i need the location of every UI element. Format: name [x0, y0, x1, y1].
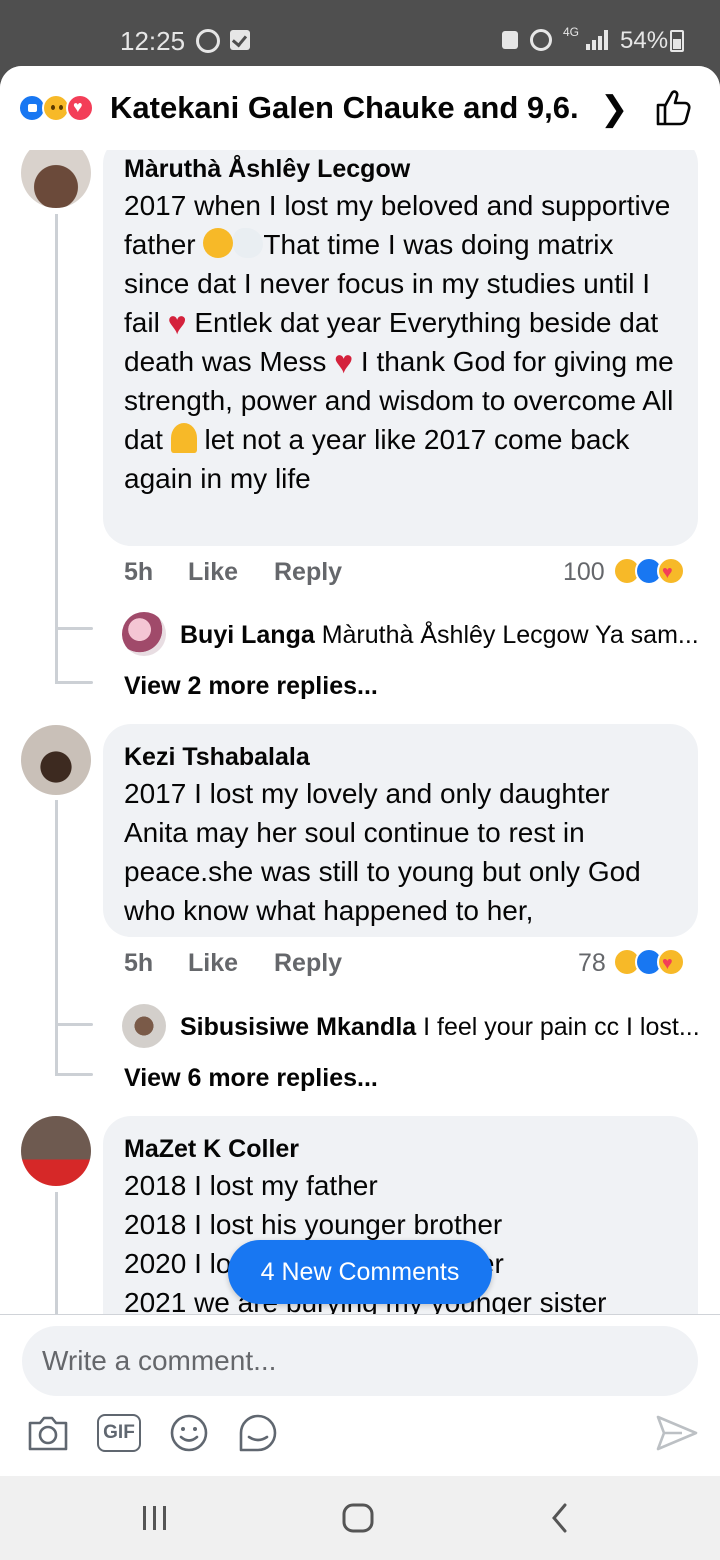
- reactions-title[interactable]: Katekani Galen Chauke and 9,6...: [110, 90, 580, 126]
- reply-text: Màruthà Åshlêy Lecgow Ya sam...: [321, 621, 699, 649]
- thread-line: [55, 1192, 58, 1322]
- alarm-icon: [530, 29, 552, 51]
- comment-line: 2018 I lost his younger brother: [124, 1209, 503, 1240]
- thread-line: [55, 1073, 93, 1076]
- comment-author[interactable]: Kezi Tshabalala: [124, 742, 678, 772]
- comment-input[interactable]: [22, 1326, 698, 1396]
- thread-line: [55, 627, 93, 630]
- view-more-replies[interactable]: View 6 more replies...: [124, 1064, 378, 1093]
- comment-bubble[interactable]: Kezi Tshabalala 2017 I lost my lovely an…: [103, 724, 698, 937]
- avatar[interactable]: [21, 1116, 91, 1186]
- crying-face-emoji: [203, 228, 234, 258]
- recent-apps-icon[interactable]: [140, 1500, 170, 1536]
- reply-author[interactable]: Buyi Langa: [180, 621, 315, 649]
- sticker-icon[interactable]: [236, 1413, 280, 1453]
- comment-actions: 5h Like Reply: [124, 558, 424, 598]
- network-type: 4G: [563, 25, 580, 39]
- signal-icon: [586, 30, 610, 50]
- comment-time: 5h: [124, 949, 154, 977]
- avatar[interactable]: [122, 612, 166, 656]
- thread-line: [55, 681, 93, 684]
- like-thumb-icon[interactable]: [654, 88, 694, 128]
- like-button[interactable]: Like: [188, 949, 238, 978]
- system-nav-bar: [0, 1476, 720, 1560]
- view-more-replies[interactable]: View 2 more replies...: [124, 672, 378, 701]
- battery-percent: 54%: [620, 27, 669, 54]
- care-reaction-icon: [657, 557, 685, 585]
- comment-bubble[interactable]: Màruthà Åshlêy Lecgow 2017 when I lost m…: [103, 136, 698, 546]
- new-comments-button[interactable]: 4 New Comments: [228, 1240, 492, 1304]
- comment-composer: GIF: [0, 1314, 720, 1476]
- comments-sheet: Katekani Galen Chauke and 9,6... ❯ Màrut…: [0, 66, 720, 1476]
- comment-author[interactable]: Màruthà Åshlêy Lecgow: [124, 154, 678, 184]
- lock-icon: [502, 31, 518, 49]
- comment-text: 2017 when I lost my beloved and supporti…: [124, 190, 674, 494]
- like-button[interactable]: Like: [188, 558, 238, 587]
- comment-text: 2017 I lost my lovely and only daughter …: [124, 778, 641, 926]
- notification-check-icon: [230, 30, 250, 50]
- reply-author[interactable]: Sibusisiwe Mkandla: [180, 1013, 416, 1041]
- broken-heart-emoji: ♥: [167, 305, 187, 341]
- praying-hands-emoji: [170, 423, 197, 453]
- love-reaction-icon: [66, 94, 94, 122]
- reaction-count[interactable]: 100: [563, 558, 605, 587]
- dove-emoji: [233, 228, 264, 258]
- comment-time: 5h: [124, 558, 154, 586]
- reaction-icons[interactable]: [613, 557, 687, 587]
- comment-actions: 5h Like Reply: [124, 949, 424, 989]
- comment-author[interactable]: MaZet K Coller: [124, 1134, 678, 1164]
- whatsapp-icon: [196, 29, 220, 53]
- comment-line: 2018 I lost my father: [124, 1170, 378, 1201]
- chevron-right-icon[interactable]: ❯: [600, 92, 629, 126]
- avatar[interactable]: [21, 725, 91, 795]
- thread-line: [55, 1023, 93, 1026]
- camera-icon[interactable]: [26, 1413, 70, 1453]
- reply-preview[interactable]: Buyi Langa Màruthà Åshlêy Lecgow Ya sam.…: [180, 620, 700, 650]
- reply-preview[interactable]: Sibusisiwe Mkandla I feel your pain cc I…: [180, 1012, 700, 1042]
- back-icon[interactable]: [545, 1500, 575, 1536]
- reply-button[interactable]: Reply: [274, 949, 342, 978]
- reply-text: I feel your pain cc I lost...: [423, 1013, 700, 1041]
- reaction-icons[interactable]: [613, 948, 687, 978]
- reaction-count[interactable]: 78: [578, 949, 606, 978]
- status-time: 12:25: [120, 26, 186, 56]
- home-icon[interactable]: [340, 1500, 376, 1536]
- gif-icon[interactable]: GIF: [97, 1414, 141, 1452]
- emoji-icon[interactable]: [167, 1413, 211, 1453]
- battery-icon: [670, 30, 684, 52]
- thread-line: [55, 800, 58, 1076]
- send-icon[interactable]: [652, 1413, 700, 1453]
- thread-line: [55, 214, 58, 684]
- care-reaction-icon: [657, 948, 685, 976]
- gif-label: GIF: [103, 1422, 135, 1443]
- reaction-summary: [18, 94, 108, 124]
- broken-heart-emoji: ♥: [334, 344, 354, 380]
- reactions-header[interactable]: Katekani Galen Chauke and 9,6... ❯: [0, 66, 720, 150]
- avatar[interactable]: [122, 1004, 166, 1048]
- reply-button[interactable]: Reply: [274, 558, 342, 587]
